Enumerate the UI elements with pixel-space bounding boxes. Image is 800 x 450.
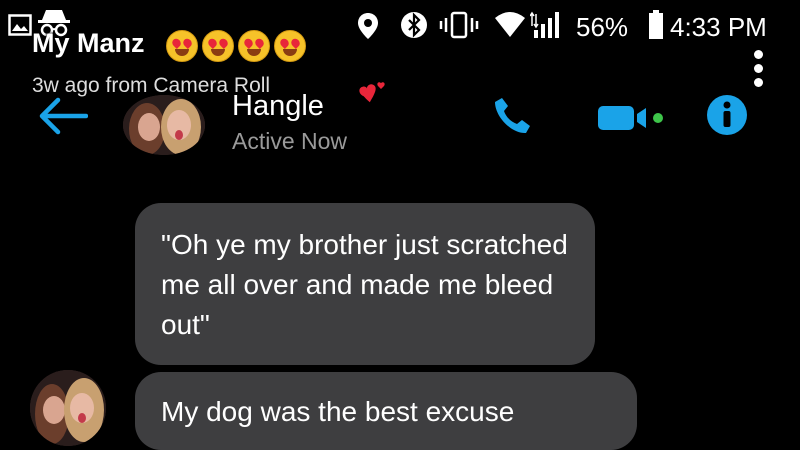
- video-call-icon[interactable]: [596, 103, 666, 138]
- active-status: Active Now: [232, 128, 348, 154]
- heart-eyes-emoji: [238, 30, 270, 62]
- heart-eyes-emoji: [274, 30, 306, 62]
- story-title: My Manz: [32, 28, 145, 58]
- signal-icon: [530, 10, 570, 40]
- emoji-row: [166, 30, 306, 62]
- location-icon: [357, 12, 379, 40]
- battery-icon: [648, 10, 664, 40]
- contact-name: Hangle: [232, 90, 324, 122]
- clock: 4:33 PM: [670, 12, 767, 42]
- sender-avatar[interactable]: [30, 370, 106, 446]
- wifi-icon: [494, 12, 526, 38]
- bluetooth-icon: [400, 10, 428, 40]
- message-bubble[interactable]: My dog was the best excuse: [135, 372, 637, 450]
- phone-call-icon[interactable]: [492, 96, 532, 141]
- heart-eyes-emoji: [202, 30, 234, 62]
- more-options-icon[interactable]: [754, 50, 764, 92]
- battery-percent: 56%: [576, 12, 629, 42]
- heart-icon: [355, 80, 389, 115]
- avatar[interactable]: [123, 95, 205, 155]
- vibrate-icon: [438, 10, 480, 40]
- gallery-icon: [8, 14, 32, 36]
- message-bubble[interactable]: "Oh ye my brother just scratched me all …: [135, 203, 595, 365]
- back-arrow-icon[interactable]: [36, 96, 89, 141]
- heart-eyes-emoji: [166, 30, 198, 62]
- info-icon[interactable]: [706, 94, 748, 141]
